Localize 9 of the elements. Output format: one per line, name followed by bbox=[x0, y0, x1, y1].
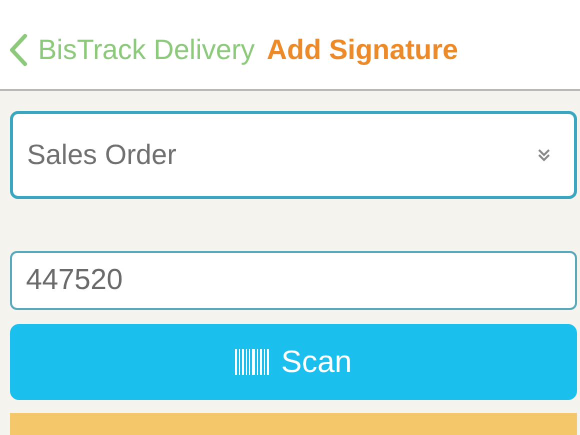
page-title: Add Signature bbox=[266, 34, 458, 66]
barcode-icon bbox=[235, 349, 270, 375]
back-button[interactable]: BisTrack Delivery bbox=[8, 32, 255, 66]
back-label[interactable]: BisTrack Delivery bbox=[38, 34, 255, 66]
back-chevron-icon bbox=[8, 32, 28, 66]
order-number-field[interactable]: 447520 bbox=[10, 251, 577, 310]
scan-button[interactable]: Scan bbox=[10, 324, 577, 400]
double-chevron-icon bbox=[536, 147, 552, 163]
order-type-dropdown[interactable]: Sales Order bbox=[10, 111, 577, 199]
